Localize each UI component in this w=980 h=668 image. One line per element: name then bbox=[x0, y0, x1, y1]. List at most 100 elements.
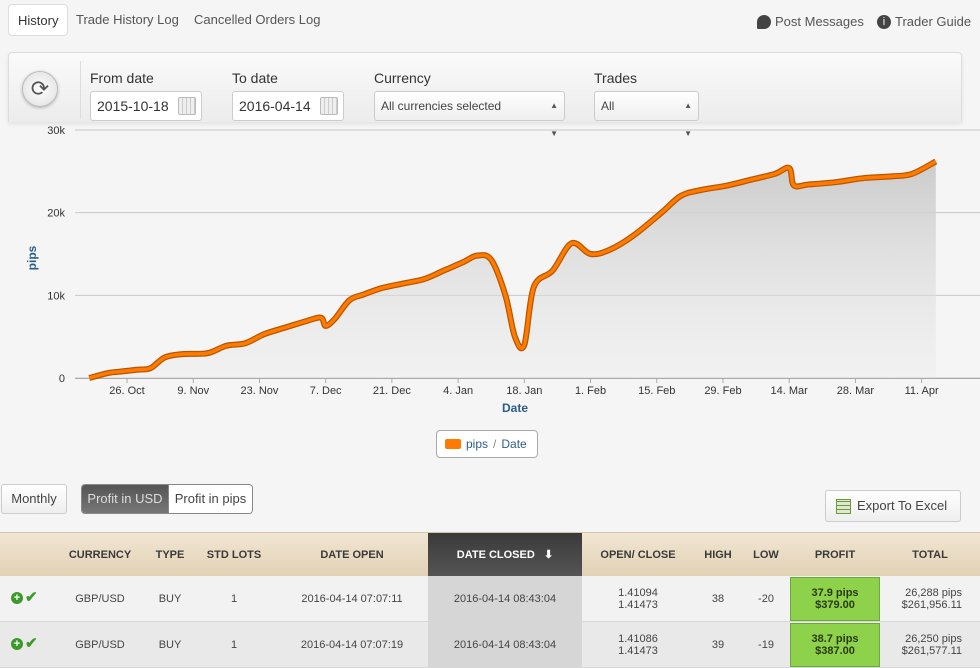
to-date-label: To date bbox=[232, 70, 278, 86]
tab-history[interactable]: History bbox=[8, 4, 69, 36]
y-tick-label: 30k bbox=[47, 125, 65, 137]
cell-low: -20 bbox=[758, 593, 774, 605]
to-date-input[interactable]: 2016-04-14 bbox=[232, 91, 344, 121]
cell-date-closed: 2016-04-14 08:43:04 bbox=[428, 576, 582, 622]
y-tick-label: 0 bbox=[59, 373, 65, 385]
post-messages-link[interactable]: Post Messages bbox=[757, 14, 864, 29]
info-icon: i bbox=[877, 14, 891, 29]
cell-open-close: 1.41094 1.41473 bbox=[582, 576, 694, 622]
expand-plus-icon[interactable]: + bbox=[11, 592, 23, 604]
currency-value: All currencies selected bbox=[381, 99, 502, 113]
legend-series-label: pips bbox=[466, 437, 489, 451]
col-date-open[interactable]: DATE OPEN bbox=[276, 533, 428, 577]
profit-pips: 37.9 pips bbox=[811, 587, 859, 599]
checkmark-icon: ✔ bbox=[25, 635, 38, 652]
col-date-closed[interactable]: DATE CLOSED ⬇ bbox=[428, 533, 582, 577]
x-tick-label: 21. Dec bbox=[373, 385, 411, 397]
trader-guide-label: Trader Guide bbox=[895, 14, 972, 29]
currency-select[interactable]: All currencies selected ▲ ▼ bbox=[374, 91, 565, 138]
x-tick-label: 26. Oct bbox=[109, 385, 144, 397]
tab-trade-history-log[interactable]: Trade History Log bbox=[67, 4, 188, 36]
to-date-value: 2016-04-14 bbox=[239, 98, 311, 114]
x-tick-label: 4. Jan bbox=[443, 385, 473, 397]
chart-legend[interactable]: pips / Date bbox=[436, 430, 538, 458]
from-date-value: 2015-10-18 bbox=[97, 98, 169, 114]
col-currency[interactable]: CURRENCY bbox=[52, 533, 148, 577]
series-area-pips bbox=[89, 161, 936, 378]
close-price: 1.41473 bbox=[618, 599, 658, 611]
cell-currency: GBP/USD bbox=[75, 639, 125, 651]
trader-guide-link[interactable]: i Trader Guide bbox=[877, 14, 971, 29]
cell-lots: 1 bbox=[230, 593, 238, 605]
top-nav: History Trade History Log Cancelled Orde… bbox=[0, 0, 980, 44]
cell-profit: 37.9 pips $379.00 bbox=[790, 577, 880, 621]
trades-select[interactable]: All ▲ ▼ bbox=[594, 91, 699, 138]
cell-low: -19 bbox=[758, 639, 774, 651]
profit-in-usd-button[interactable]: Profit in USD bbox=[82, 485, 168, 513]
refresh-icon[interactable]: ⟳ bbox=[22, 71, 58, 107]
col-std-lots[interactable]: STD LOTS bbox=[192, 533, 276, 577]
cell-date-open: 2016-04-14 07:07:11 bbox=[301, 593, 403, 605]
trades-value: All bbox=[601, 99, 615, 113]
chart-svg: 0 10k 20k 30k 26. Oct 9. Nov 23. Nov 7. Dec 21. … bbox=[25, 125, 980, 415]
col-low[interactable]: LOW bbox=[742, 533, 790, 577]
from-date-label: From date bbox=[90, 70, 154, 86]
profit-usd: $379.00 bbox=[815, 599, 855, 611]
cell-type: BUY bbox=[158, 593, 182, 605]
cell-currency: GBP/USD bbox=[75, 593, 125, 605]
total-usd: $261,577.11 bbox=[901, 645, 962, 657]
currency-label: Currency bbox=[374, 70, 431, 86]
tab-cancelled-orders-log[interactable]: Cancelled Orders Log bbox=[185, 4, 329, 36]
cell-high: 39 bbox=[711, 639, 725, 651]
total-pips: 26,250 pips bbox=[905, 633, 962, 645]
x-tick-label: 14. Mar bbox=[771, 385, 809, 397]
close-price: 1.41473 bbox=[618, 645, 658, 657]
x-tick-label: 7. Dec bbox=[310, 385, 342, 397]
profit-pips: 38.7 pips bbox=[811, 633, 859, 645]
cell-profit: 38.7 pips $387.00 bbox=[790, 623, 880, 667]
col-open-close[interactable]: OPEN/ CLOSE bbox=[582, 533, 694, 577]
x-tick-label: 28. Mar bbox=[837, 385, 875, 397]
col-type[interactable]: TYPE bbox=[148, 533, 192, 577]
table-row[interactable]: + ✔ GBP/USD BUY 1 2016-04-14 07:07:19 20… bbox=[0, 622, 980, 668]
col-profit[interactable]: PROFIT bbox=[790, 533, 880, 577]
legend-axis-label: Date bbox=[501, 437, 527, 451]
speech-bubble-icon bbox=[757, 14, 771, 29]
checkmark-icon: ✔ bbox=[25, 589, 38, 606]
row-actions: + ✔ bbox=[11, 635, 38, 652]
legend-swatch bbox=[445, 439, 461, 449]
x-tick-label: 29. Feb bbox=[704, 385, 741, 397]
cell-open-close: 1.41086 1.41473 bbox=[582, 622, 694, 668]
x-tick-label: 11. Apr bbox=[905, 385, 939, 397]
export-label: Export To Excel bbox=[857, 498, 948, 513]
profit-in-pips-button[interactable]: Profit in pips bbox=[167, 485, 252, 513]
pips-chart: 0 10k 20k 30k 26. Oct 9. Nov 23. Nov 7. Dec 21. … bbox=[0, 118, 980, 468]
x-axis-label: Date bbox=[502, 401, 528, 415]
y-axis-label: pips bbox=[25, 245, 39, 270]
cell-type: BUY bbox=[158, 639, 182, 651]
col-total[interactable]: TOTAL bbox=[880, 533, 980, 577]
from-date-input[interactable]: 2015-10-18 bbox=[90, 91, 202, 121]
cell-high: 38 bbox=[711, 593, 725, 605]
open-price: 1.41094 bbox=[618, 587, 658, 599]
col-high[interactable]: HIGH bbox=[694, 533, 742, 577]
trades-label: Trades bbox=[594, 70, 638, 86]
export-to-excel-button[interactable]: Export To Excel bbox=[825, 490, 961, 522]
legend-separator: / bbox=[493, 437, 497, 451]
cell-date-open: 2016-04-14 07:07:19 bbox=[300, 639, 404, 651]
post-messages-label: Post Messages bbox=[775, 14, 864, 29]
expand-plus-icon[interactable]: + bbox=[11, 638, 23, 650]
total-pips: 26,288 pips bbox=[905, 587, 962, 599]
cell-date-closed: 2016-04-14 08:43:04 bbox=[428, 622, 582, 668]
sort-desc-icon: ⬇ bbox=[537, 549, 554, 561]
total-usd: $261,956.11 bbox=[901, 599, 962, 611]
calendar-icon[interactable] bbox=[178, 97, 196, 115]
monthly-button[interactable]: Monthly bbox=[1, 484, 67, 514]
cell-total: 26,288 pips $261,956.11 bbox=[880, 576, 980, 622]
calendar-icon[interactable] bbox=[320, 97, 338, 115]
open-price: 1.41086 bbox=[618, 633, 658, 645]
table-row[interactable]: + ✔ GBP/USD BUY 1 2016-04-14 07:07:11 20… bbox=[0, 576, 980, 622]
y-tick-label: 10k bbox=[47, 290, 65, 302]
cell-lots: 1 bbox=[230, 639, 238, 651]
x-tick-label: 18. Jan bbox=[506, 385, 542, 397]
